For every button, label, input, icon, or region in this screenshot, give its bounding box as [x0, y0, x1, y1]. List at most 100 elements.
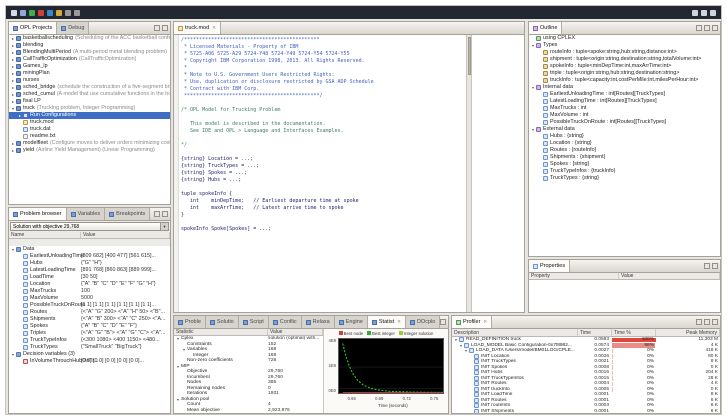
tree-item[interactable]: ▸ Games_lp	[9, 63, 170, 70]
column-property[interactable]: Property	[529, 273, 619, 279]
chevron-down-icon[interactable]: ▼	[160, 223, 168, 230]
tab-variables[interactable]: Variables	[66, 208, 106, 220]
tree-item[interactable]: Hubs {"G" "H"}	[9, 260, 170, 267]
maximize-icon[interactable]	[162, 25, 168, 31]
new-icon[interactable]	[11, 9, 17, 16]
back-icon[interactable]	[65, 9, 71, 16]
tab-properties[interactable]: Properties	[529, 260, 571, 272]
maximize-icon[interactable]	[162, 211, 168, 217]
tree-item[interactable]: ▾ Decision variables (3)	[9, 351, 170, 358]
tree-item[interactable]: ▸ miningPlan	[9, 70, 170, 77]
tab-script[interactable]: Script	[238, 316, 269, 328]
maximize-icon[interactable]	[712, 263, 718, 269]
export-icon[interactable]	[696, 319, 702, 325]
debug-icon[interactable]	[47, 9, 53, 16]
tab-conflic[interactable]: Conflic	[268, 316, 302, 328]
tree-item[interactable]: Location : {string}	[529, 140, 720, 147]
tree-item[interactable]: TruckTypeInfos : {truckInfo}	[529, 168, 720, 175]
menu-icon[interactable]	[710, 9, 716, 16]
tree-item[interactable]: ▾ Types	[529, 42, 720, 49]
tab-profiler[interactable]: Profiler ✕	[452, 316, 493, 328]
tab-engine[interactable]: Engine	[334, 316, 368, 328]
tree-item[interactable]: ▸ basketballscheduling (Scheduling of the …	[9, 35, 170, 42]
tree-item[interactable]: ▸ modelfleet (Configure moves to deliver o…	[9, 140, 170, 147]
profiler-row[interactable]: INIT Shipments 0.0001 0% 6 K	[452, 409, 720, 413]
tree-item[interactable]: ▾ Internal data	[529, 84, 720, 91]
stat-row[interactable]: Mean objective 2,923,876	[174, 408, 323, 414]
column-name[interactable]: Name	[9, 232, 81, 238]
minimize-icon[interactable]	[704, 25, 710, 31]
tree-item[interactable]: shipment : tuple<origin:string,destinati…	[529, 56, 720, 63]
editor-scrollbar[interactable]	[466, 35, 472, 312]
forward-icon[interactable]	[74, 9, 80, 16]
tree-item[interactable]: ▸ sched_cumul (A model that use cumulative…	[9, 91, 170, 98]
stop-icon[interactable]	[38, 9, 44, 16]
tree-item[interactable]: Shipments : {shipment}	[529, 154, 720, 161]
tab-docplo[interactable]: DOcplo	[405, 316, 441, 328]
tab-opl-projects[interactable]: OPL Projects	[9, 22, 58, 34]
column-value[interactable]: Value	[81, 232, 170, 238]
tree-item[interactable]: ▸ fixal LP	[9, 98, 170, 105]
tree-item[interactable]: spokeInfo : tuple<minDepTime:int,maxArrT…	[529, 63, 720, 70]
column-peak-memory[interactable]: Peak Memory	[656, 329, 720, 336]
minimize-icon[interactable]	[154, 25, 160, 31]
tree-item[interactable]: Triples {<"A" "G" "B"> <"A" "G" "C"> <"A"…	[9, 330, 170, 337]
close-icon[interactable]: ✕	[397, 319, 401, 325]
tree-item[interactable]: ▸ CallTrafficOptimization (CallTrafficOpti…	[9, 56, 170, 63]
tree-item[interactable]: TruckTypes : {string}	[529, 175, 720, 182]
tree-item[interactable]: triple : tuple<origin:string,hub:string,…	[529, 70, 720, 77]
tree-item[interactable]: PossibleTruckOnRoute : int[Routes][Truck…	[529, 119, 720, 126]
column-value[interactable]: Value	[268, 329, 323, 335]
tree-item[interactable]: EarliestUnloadingTime : int[Routes][Truc…	[529, 91, 720, 98]
tree-item[interactable]: ▸ BlendingMultiPeriod (A multi-period meta…	[9, 49, 170, 56]
tree-item[interactable]: EarliestUnloadingTime [809 682] [400 477]…	[9, 253, 170, 260]
column-time[interactable]: Time	[578, 329, 612, 336]
tree-item[interactable]: routeInfo : tuple<spoke:string,hub:strin…	[529, 49, 720, 56]
column-value[interactable]: Value	[619, 273, 720, 279]
sort-icon[interactable]	[696, 25, 702, 31]
tab-truck-mod[interactable]: truck.mod ✕	[174, 22, 221, 34]
tree-item[interactable]: InVolumeThrouchHubOnTr... [0 0] [0 0] [0 …	[9, 358, 170, 365]
tree-item[interactable]: ▾ Data	[9, 246, 170, 253]
tree-item[interactable]: TruckTypes {"SmallTruck" "BigTruck"}	[9, 344, 170, 351]
minimize-icon[interactable]	[440, 319, 446, 325]
tab-solutio[interactable]: Solutio	[205, 316, 239, 328]
tree-item[interactable]: Spokes {"A" "B" "C" "D" "E" "F"}	[9, 323, 170, 330]
window-icon[interactable]	[701, 9, 707, 16]
tree-item[interactable]: ▸ blending	[9, 42, 170, 49]
column-time-percent[interactable]: Time %	[612, 329, 656, 336]
maximize-icon[interactable]	[712, 319, 718, 325]
tab-outline[interactable]: Outline	[529, 22, 563, 34]
tree-item[interactable]: Routes : {routeInfo}	[529, 147, 720, 154]
close-icon[interactable]: ✕	[483, 319, 487, 325]
minimize-icon[interactable]	[154, 211, 160, 217]
tree-item[interactable]: ▸ nurses	[9, 77, 170, 84]
tree-item[interactable]: LatestLoadingTime [891 768] [860 863] [88…	[9, 267, 170, 274]
minimize-icon[interactable]	[704, 319, 710, 325]
tree-item[interactable]: ▸ yield (Airline Yield Management) (Linear…	[9, 147, 170, 154]
tree-item[interactable]: MaxTrucks 100	[9, 288, 170, 295]
tree-item[interactable]: MaxTrucks : int	[529, 105, 720, 112]
scrollbar-thumb[interactable]	[468, 37, 471, 75]
tree-item[interactable]: Location {"A" "B" "C" "D" "E" "F" "G" "H"…	[9, 281, 170, 288]
tree-item[interactable]: ▾ truck (Trucking problem, Integer Program…	[9, 105, 170, 112]
tab-statist[interactable]: Statist ✕	[367, 316, 406, 328]
tree-item[interactable]: Shipments {<"A" "B" 300> <"A" "C" 250> <"…	[9, 316, 170, 323]
tree-item[interactable]: MaxVolume : int	[529, 112, 720, 119]
tree-item[interactable]: truck.dat	[9, 126, 170, 133]
solution-selector[interactable]: Solution with objective 29,768 ▼	[10, 222, 169, 231]
tree-item[interactable]: LoadTime [30 50]	[9, 274, 170, 281]
run-icon[interactable]	[29, 9, 35, 16]
tree-item[interactable]: Spokes : {string}	[529, 161, 720, 168]
maximize-icon[interactable]	[712, 25, 718, 31]
perspective-icon[interactable]	[692, 9, 698, 16]
minimize-icon[interactable]	[704, 263, 710, 269]
code-area[interactable]: /***************************************…	[174, 35, 524, 312]
tab-breakpoints[interactable]: Breakpoints	[105, 208, 151, 220]
tree-item[interactable]: ▸ Run Configurations	[9, 112, 170, 119]
tree-item[interactable]: Routes {<"A" "G" 200> <"A" "H" 50> <"B"..…	[9, 309, 170, 316]
search-icon[interactable]	[56, 9, 62, 16]
column-statistic[interactable]: Statistic	[174, 329, 268, 335]
tree-item[interactable]: truck.mod	[9, 119, 170, 126]
tree-item[interactable]: ▾ External data	[529, 126, 720, 133]
